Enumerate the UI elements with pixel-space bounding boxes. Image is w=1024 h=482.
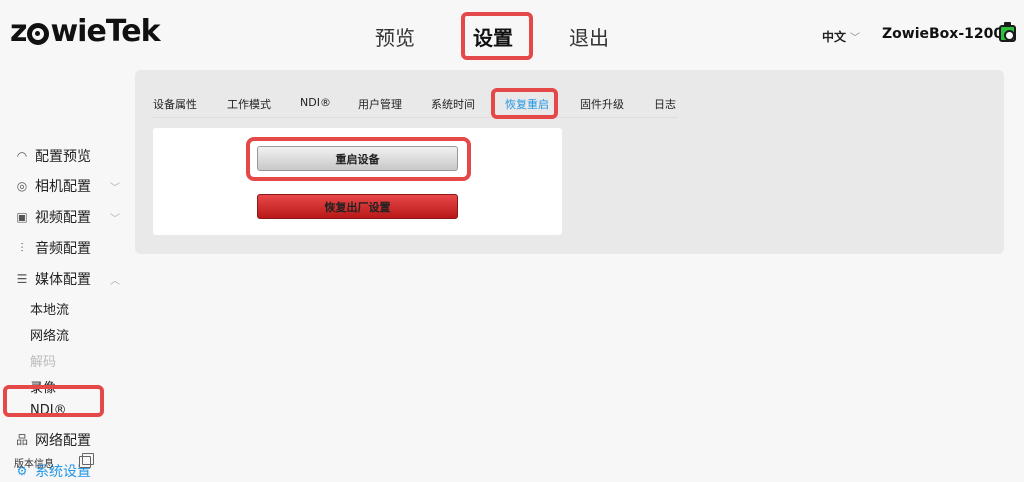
sidebar-item-video[interactable]: ▣ 视频配置 ﹀ bbox=[14, 206, 120, 228]
sidebar-item-label: 网络配置 bbox=[35, 433, 91, 449]
nav-logout[interactable]: 退出 bbox=[569, 22, 609, 51]
tab-user-management[interactable]: 用户管理 bbox=[358, 96, 402, 112]
sidebar-highlight-box bbox=[3, 385, 104, 417]
equalizer-icon: ⫶ bbox=[20, 241, 24, 255]
camera-icon[interactable] bbox=[999, 22, 1016, 42]
nav-settings[interactable]: 设置 bbox=[461, 12, 533, 60]
language-label: 中文 bbox=[822, 30, 847, 44]
sidebar-item-media[interactable]: ☰ 媒体配置 ︿ bbox=[14, 268, 120, 290]
sidebar-item-label: 配置预览 bbox=[35, 149, 91, 165]
header: z wieTek 预览 设置 退出 中文 ﹀ ZowieBox-12009 bbox=[0, 0, 1024, 70]
sidebar-item-label: 音频配置 bbox=[35, 241, 91, 257]
settings-tabs: 设备属性 工作模式 NDI® 用户管理 系统时间 恢复重启 固件升级 日志 bbox=[153, 92, 678, 118]
top-nav: 预览 设置 退出 bbox=[0, 0, 1024, 70]
tab-firmware-upgrade[interactable]: 固件升级 bbox=[580, 96, 624, 112]
tab-work-mode[interactable]: 工作模式 bbox=[227, 96, 271, 112]
network-icon: 品 bbox=[15, 433, 28, 447]
sidebar-sub-network-stream[interactable]: 网络流 bbox=[30, 325, 69, 344]
version-info-link[interactable]: 版本信息 bbox=[14, 455, 54, 470]
gauge-icon: ◠ bbox=[16, 149, 28, 163]
reboot-device-button[interactable]: 重启设备 bbox=[257, 146, 458, 171]
chevron-up-icon: ︿ bbox=[110, 275, 120, 287]
chevron-down-icon: ﹀ bbox=[110, 182, 120, 194]
camera-outline-icon: ◎ bbox=[16, 179, 28, 193]
tab-log[interactable]: 日志 bbox=[654, 96, 676, 112]
tab-ndi[interactable]: NDI® bbox=[300, 96, 331, 109]
factory-reset-button[interactable]: 恢复出厂设置 bbox=[257, 194, 458, 219]
sidebar-item-camera[interactable]: ◎ 相机配置 ﹀ bbox=[14, 175, 120, 197]
media-icon: ☰ bbox=[16, 272, 28, 286]
film-icon: ▣ bbox=[16, 210, 28, 224]
tab-device-properties[interactable]: 设备属性 bbox=[153, 96, 197, 112]
sidebar-item-audio[interactable]: ⫶ 音频配置 bbox=[14, 237, 91, 259]
sidebar-item-label: 相机配置 bbox=[35, 179, 91, 195]
sidebar-item-config-preview[interactable]: ◠ 配置预览 bbox=[14, 145, 91, 167]
chevron-down-icon: ﹀ bbox=[850, 33, 861, 44]
tab-system-time[interactable]: 系统时间 bbox=[431, 96, 475, 112]
chevron-down-icon: ﹀ bbox=[110, 213, 120, 225]
sidebar-item-label: 媒体配置 bbox=[35, 272, 91, 288]
copy-icon[interactable] bbox=[79, 453, 94, 468]
language-select[interactable]: 中文 ﹀ bbox=[822, 28, 860, 45]
tab-highlight-box bbox=[491, 88, 558, 119]
device-name: ZowieBox-12009 bbox=[882, 26, 1013, 42]
nav-preview[interactable]: 预览 bbox=[375, 22, 415, 51]
sidebar-sub-local-stream[interactable]: 本地流 bbox=[30, 299, 69, 318]
sidebar-sub-decode: 解码 bbox=[30, 355, 57, 370]
sidebar-item-label: 视频配置 bbox=[35, 210, 91, 226]
sidebar-item-network[interactable]: 品网络配置 bbox=[14, 429, 91, 451]
